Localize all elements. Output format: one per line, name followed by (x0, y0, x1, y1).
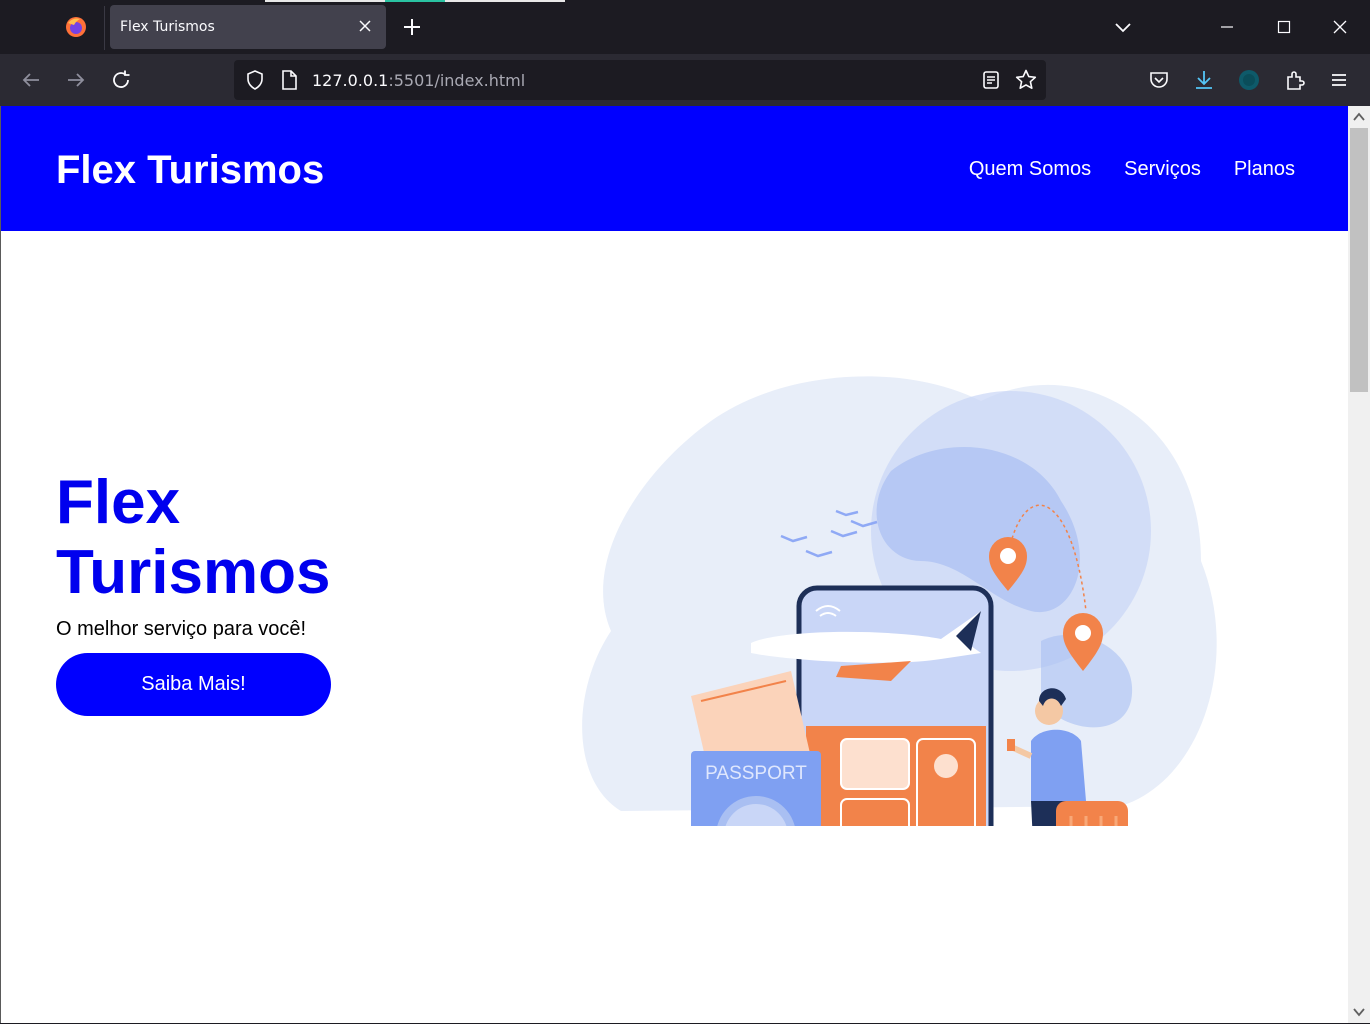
account-avatar-icon[interactable] (1237, 68, 1261, 92)
scroll-down-arrow-icon[interactable] (1352, 1005, 1366, 1019)
site-nav: Quem Somos Serviços Planos (969, 158, 1295, 181)
reader-view-icon[interactable] (980, 69, 1002, 96)
tab-separator (104, 6, 105, 50)
url-text: 127.0.0.1:5501/index.html (312, 71, 525, 90)
browser-tab-bar: Flex Turismos (0, 0, 1370, 54)
passport-label: PASSPORT (705, 763, 807, 784)
page-viewport: Flex Turismos Quem Somos Serviços Planos… (0, 106, 1348, 1023)
tab-strip-accent-teal (385, 0, 445, 2)
close-window-icon[interactable] (1312, 0, 1368, 54)
url-host: 127.0.0.1 (312, 71, 389, 90)
site-brand-logo[interactable]: Flex Turismos (56, 148, 324, 193)
url-path: :5501/index.html (388, 71, 526, 90)
hero-subtitle: O melhor serviço para você! (56, 618, 307, 640)
extensions-puzzle-icon[interactable] (1283, 68, 1307, 92)
minimize-window-icon[interactable] (1199, 0, 1255, 54)
downloads-arrow-icon[interactable] (1192, 68, 1216, 92)
nav-link-planos[interactable]: Planos (1234, 158, 1295, 181)
app-menu-hamburger-icon[interactable] (1327, 68, 1351, 92)
close-tab-icon[interactable] (356, 17, 374, 35)
scroll-up-arrow-icon[interactable] (1352, 110, 1366, 124)
reload-icon[interactable] (109, 68, 133, 92)
url-bar[interactable]: 127.0.0.1:5501/index.html (234, 60, 1046, 100)
browser-nav-bar: 127.0.0.1:5501/index.html (0, 54, 1370, 106)
tracking-protection-shield-icon[interactable] (244, 69, 266, 96)
list-all-tabs-chevron-icon[interactable] (1112, 16, 1134, 38)
maximize-window-icon[interactable] (1256, 0, 1312, 54)
hero-title: Flex Turismos (56, 468, 331, 607)
page-scrollbar[interactable] (1348, 106, 1370, 1023)
bookmark-star-icon[interactable] (1014, 68, 1038, 97)
browser-tab-active[interactable]: Flex Turismos (110, 5, 386, 49)
back-arrow-icon[interactable] (19, 68, 43, 92)
scrollbar-thumb[interactable] (1350, 128, 1368, 392)
nav-link-quem-somos[interactable]: Quem Somos (969, 158, 1091, 181)
firefox-logo-icon[interactable] (64, 15, 88, 39)
saiba-mais-button[interactable]: Saiba Mais! (56, 653, 331, 716)
forward-arrow-icon[interactable] (64, 68, 88, 92)
pocket-icon[interactable] (1147, 68, 1171, 92)
tab-title: Flex Turismos (120, 19, 215, 35)
nav-link-servicos[interactable]: Serviços (1124, 158, 1201, 181)
travel-illustration: PASSPORT (582, 376, 1217, 826)
page-info-icon[interactable] (279, 69, 299, 96)
new-tab-plus-icon[interactable] (400, 15, 424, 39)
site-header: Flex Turismos Quem Somos Serviços Planos (1, 106, 1348, 231)
